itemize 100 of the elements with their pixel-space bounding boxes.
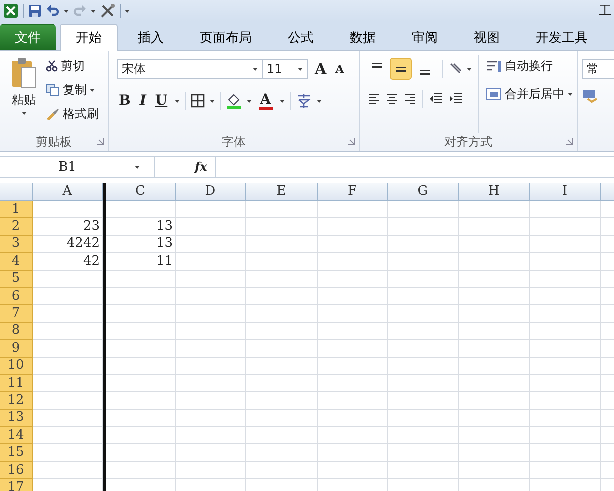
caret-icon[interactable] [90, 88, 95, 92]
save-icon[interactable] [28, 4, 42, 18]
merge-center-button[interactable]: 合并后居中 [484, 83, 575, 105]
cut-button[interactable]: 剪切 [44, 55, 101, 77]
column-header[interactable]: D [176, 183, 246, 201]
caret-icon[interactable] [316, 100, 322, 102]
row-header[interactable]: 12 [0, 392, 33, 410]
borders-icon[interactable] [190, 94, 205, 108]
table-cell [388, 427, 459, 444]
name-box[interactable]: B1 [0, 157, 155, 177]
table-cell [459, 410, 530, 428]
dialog-launcher-icon[interactable] [566, 138, 573, 145]
row-header[interactable]: 16 [0, 462, 33, 480]
grow-font-button[interactable]: A [313, 60, 329, 78]
caret-icon[interactable] [125, 10, 130, 12]
font-color-button[interactable]: A [256, 92, 275, 110]
caret-icon[interactable] [298, 68, 303, 70]
wrap-text-button[interactable]: 自动换行 [484, 55, 575, 77]
align-text-icon[interactable] [386, 94, 398, 104]
row-header[interactable]: 11 [0, 374, 33, 392]
row-header[interactable]: 4 [0, 253, 33, 271]
caret-icon[interactable] [64, 10, 69, 12]
dialog-launcher-icon[interactable] [348, 138, 355, 145]
vertical-align-button[interactable] [390, 58, 412, 80]
paste-label[interactable]: 粘贴 [12, 92, 36, 109]
column-header[interactable]: A [33, 183, 103, 201]
dialog-launcher-icon[interactable] [97, 138, 104, 145]
align-text-icon[interactable] [404, 94, 416, 104]
excel-logo-icon[interactable] [3, 3, 19, 19]
caret-icon[interactable] [135, 166, 140, 168]
table-cell [459, 218, 530, 236]
table-cell [459, 427, 530, 444]
caret-icon[interactable] [246, 100, 252, 102]
align-text-icon[interactable] [368, 94, 380, 104]
column-header[interactable]: F [318, 183, 388, 201]
decrease-indent-icon[interactable] [429, 93, 443, 105]
row-header[interactable]: 8 [0, 322, 33, 340]
table-cell [318, 236, 388, 254]
row-header[interactable]: 7 [0, 305, 33, 323]
format-painter-button[interactable]: 格式刷 [44, 103, 101, 125]
row-header[interactable]: 13 [0, 410, 33, 428]
caret-icon[interactable] [91, 10, 96, 12]
font-size-select[interactable]: 11 [262, 59, 308, 79]
caret-icon[interactable] [22, 112, 26, 115]
shrink-font-button[interactable]: A [334, 62, 346, 76]
column-header[interactable]: C [106, 183, 176, 201]
column-header[interactable]: H [459, 183, 530, 201]
column-header[interactable]: E [246, 183, 318, 201]
caret-icon[interactable] [568, 92, 573, 96]
table-cell [246, 236, 318, 254]
file-tab[interactable]: 文件 [0, 24, 56, 50]
row-header[interactable]: 10 [0, 358, 33, 375]
insert-function-button[interactable]: fx [195, 160, 208, 174]
phonetic-guide-icon[interactable] [296, 93, 312, 109]
ribbon-tab[interactable]: 开始 [60, 24, 118, 51]
ribbon-tab[interactable]: 视图 [458, 24, 516, 50]
row-header[interactable]: 6 [0, 288, 33, 306]
table-cell [318, 392, 388, 410]
number-format-select[interactable]: 常 [582, 59, 614, 79]
ribbon-tab[interactable]: 数据 [334, 24, 392, 50]
copy-button[interactable]: 复制 [44, 79, 101, 101]
row-header[interactable]: 17 [0, 479, 33, 491]
table-cell [530, 374, 601, 392]
caret-icon[interactable] [467, 68, 472, 70]
increase-indent-icon[interactable] [449, 93, 463, 105]
bold-button[interactable]: B [117, 93, 133, 109]
table-cell [176, 410, 246, 428]
table-cell [318, 305, 388, 323]
ribbon-tab[interactable]: 公式 [272, 24, 330, 50]
fill-color-icon[interactable] [226, 93, 242, 109]
undo-icon[interactable] [46, 4, 60, 18]
table-cell [246, 358, 318, 375]
caret-icon[interactable] [210, 100, 215, 102]
ribbon-tab[interactable]: 审阅 [396, 24, 454, 50]
tools-icon[interactable] [100, 3, 116, 19]
caret-icon[interactable] [253, 68, 258, 70]
scissors-icon [46, 60, 58, 72]
row-header[interactable]: 15 [0, 444, 33, 462]
ribbon-tab[interactable]: 页面布局 [184, 24, 268, 50]
ribbon-tab[interactable]: 开发工具 [520, 24, 604, 50]
table-cell [530, 358, 601, 375]
conditional-format-icon[interactable] [582, 89, 598, 103]
table-cell [459, 253, 530, 271]
column-header[interactable]: I [530, 183, 601, 201]
ribbon-tab[interactable]: 插入 [122, 24, 180, 50]
row-header[interactable]: 3 [0, 236, 33, 254]
paste-icon[interactable] [10, 57, 38, 89]
font-name-select[interactable]: 宋体 [117, 59, 263, 79]
row-header[interactable]: 14 [0, 427, 33, 444]
caret-icon[interactable] [280, 100, 285, 102]
caret-icon[interactable] [174, 100, 180, 102]
row-header[interactable]: 1 [0, 201, 33, 218]
italic-button[interactable]: I [138, 93, 148, 109]
underline-button[interactable]: U [153, 93, 170, 109]
column-header[interactable]: G [388, 183, 459, 201]
table-cell [388, 288, 459, 306]
row-header[interactable]: 9 [0, 340, 33, 358]
row-header[interactable]: 2 [0, 218, 33, 236]
row-header[interactable]: 5 [0, 270, 33, 288]
table-cell [459, 305, 530, 323]
